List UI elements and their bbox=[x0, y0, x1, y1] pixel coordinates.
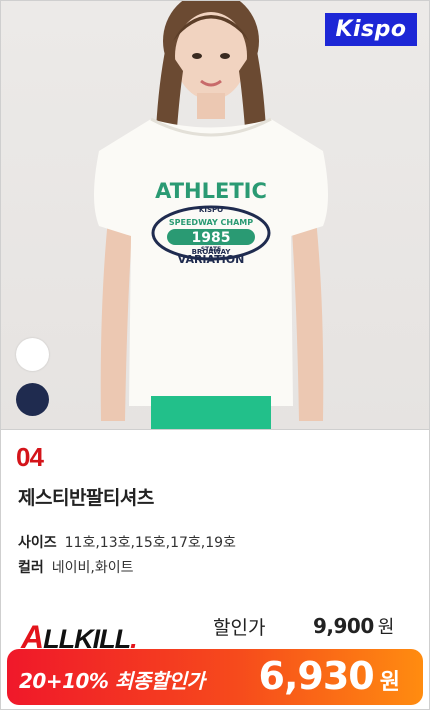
final-price: 6,930 원 bbox=[258, 654, 400, 698]
shirt-print-athletic: ATHLETIC bbox=[155, 179, 267, 203]
product-title[interactable]: 제스티반팔티셔츠 bbox=[18, 483, 154, 510]
discount-price-value: 9,900 bbox=[313, 614, 374, 638]
color-spec: 컬러 네이비,화이트 bbox=[18, 557, 134, 577]
shirt-print-variation: VARIATION bbox=[178, 253, 245, 266]
color-label: 컬러 bbox=[18, 560, 44, 576]
size-label: 사이즈 bbox=[18, 535, 57, 551]
discount-price: 9,900 원 bbox=[313, 613, 394, 639]
model-illustration: ATHLETIC KISPO SPEEDWAY CHAMP 1985 STATE… bbox=[94, 1, 328, 429]
product-number: 04 bbox=[16, 442, 44, 472]
size-spec: 사이즈 11호,13호,15호,17호,19호 bbox=[18, 532, 236, 552]
discount-price-unit: 원 bbox=[377, 617, 395, 638]
brand-logo: Kispo bbox=[325, 13, 417, 46]
color-value: 네이비,화이트 bbox=[51, 560, 134, 576]
shirt-print-speedway: SPEEDWAY CHAMP bbox=[169, 218, 253, 227]
shirt-print-year: 1985 bbox=[192, 230, 231, 246]
size-value: 11호,13호,15호,17호,19호 bbox=[64, 535, 236, 551]
color-swatch-navy[interactable] bbox=[16, 383, 49, 416]
final-price-value: 6,930 bbox=[258, 654, 375, 698]
product-photo[interactable]: ATHLETIC KISPO SPEEDWAY CHAMP 1985 STATE… bbox=[1, 1, 429, 430]
color-swatch-white[interactable] bbox=[16, 338, 49, 371]
discount-price-label: 할인가 bbox=[213, 617, 266, 639]
product-card[interactable]: ATHLETIC KISPO SPEEDWAY CHAMP 1985 STATE… bbox=[0, 0, 430, 710]
final-price-label: 20+10% 최종할인가 bbox=[19, 669, 205, 693]
final-price-banner[interactable]: 20+10% 최종할인가 6,930 원 bbox=[7, 649, 423, 705]
final-price-unit: 원 bbox=[379, 670, 400, 695]
